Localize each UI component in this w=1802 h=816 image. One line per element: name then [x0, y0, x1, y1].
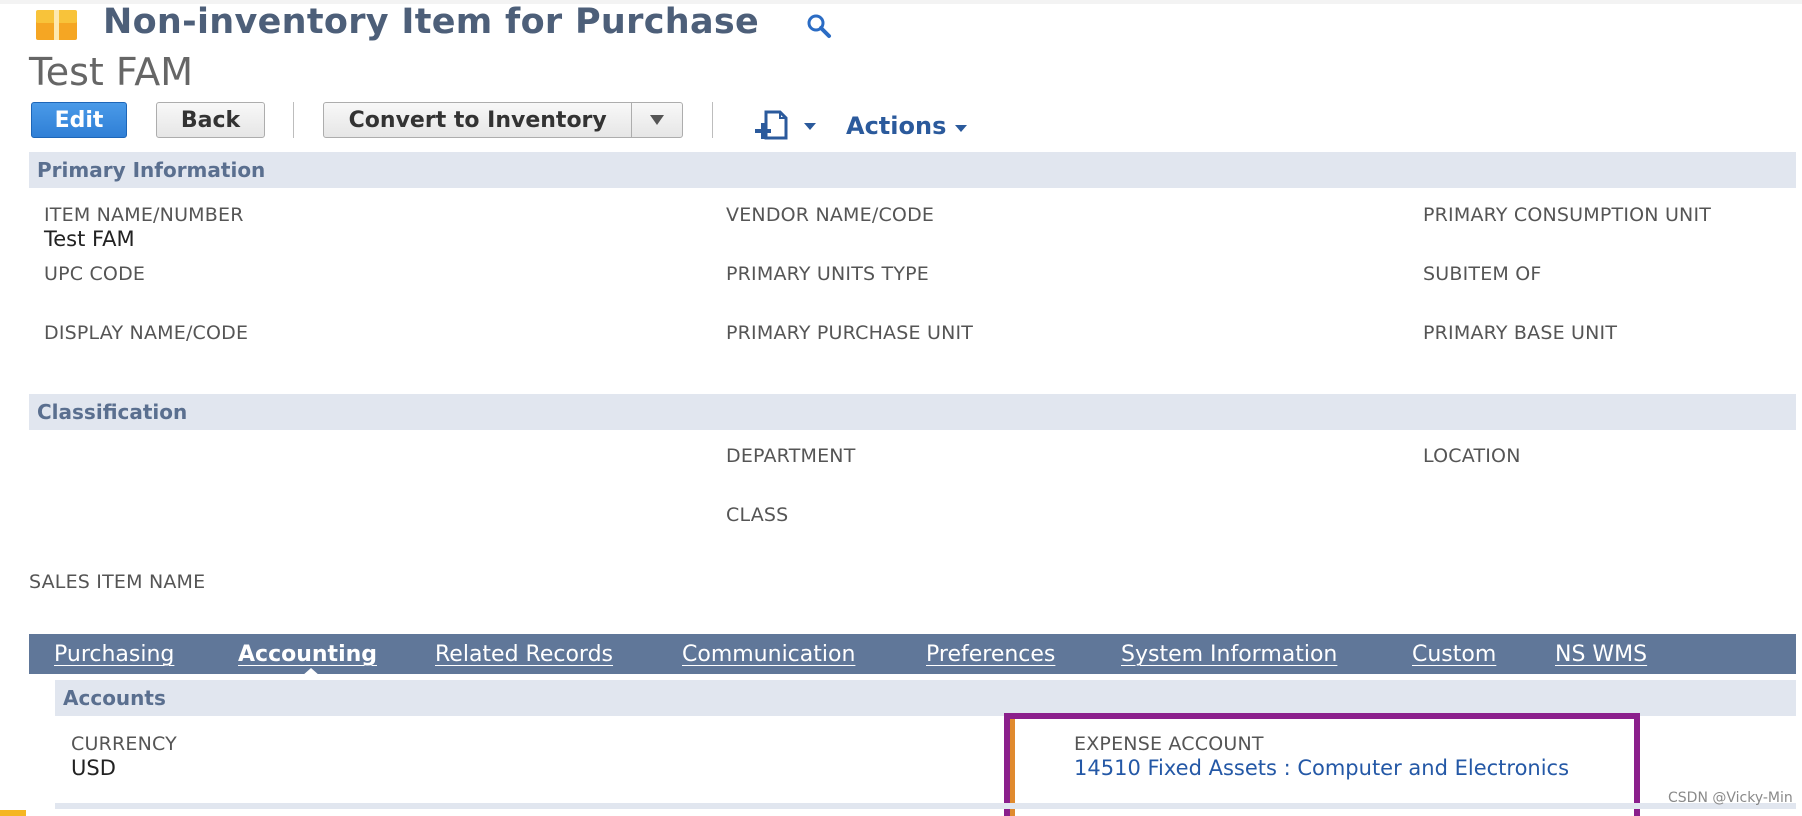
item-name-label: ITEM NAME/NUMBER	[44, 204, 244, 226]
record-name: Test FAM	[29, 50, 194, 94]
class-label: CLASS	[726, 504, 789, 526]
tab-system-information[interactable]: System Information	[1121, 634, 1337, 674]
active-tab-pointer	[302, 668, 320, 676]
primary-base-unit-label: PRIMARY BASE UNIT	[1423, 322, 1618, 344]
subtab-bar: Purchasing Accounting Related Records Co…	[29, 634, 1796, 674]
vendor-name-label: VENDOR NAME/CODE	[726, 204, 935, 226]
field-marker	[1010, 719, 1015, 816]
subitem-of-label: SUBITEM OF	[1423, 263, 1542, 285]
convert-to-inventory-button[interactable]: Convert to Inventory	[323, 102, 683, 138]
accounts-footer-bar	[55, 803, 1796, 809]
primary-purchase-unit-label: PRIMARY PURCHASE UNIT	[726, 322, 974, 344]
search-icon[interactable]	[806, 13, 832, 39]
tab-ns-wms[interactable]: NS WMS	[1555, 634, 1647, 674]
package-icon	[36, 10, 77, 40]
chevron-down-icon	[650, 115, 665, 125]
item-name-value: Test FAM	[44, 227, 135, 251]
new-record-icon[interactable]	[754, 110, 788, 142]
classification-header[interactable]: Classification	[29, 394, 1796, 430]
primary-consumption-unit-label: PRIMARY CONSUMPTION UNIT	[1423, 204, 1712, 226]
actions-chevron-icon[interactable]	[955, 125, 967, 132]
edit-button[interactable]: Edit	[31, 102, 127, 138]
back-button[interactable]: Back	[156, 102, 265, 138]
primary-information-header[interactable]: Primary Information	[29, 152, 1796, 188]
expense-account-link[interactable]: 14510 Fixed Assets : Computer and Electr…	[1074, 756, 1569, 780]
department-label: DEPARTMENT	[726, 445, 856, 467]
tab-preferences[interactable]: Preferences	[926, 634, 1055, 674]
currency-value: USD	[71, 756, 116, 780]
toolbar-divider	[293, 102, 294, 138]
convert-to-inventory-label: Convert to Inventory	[348, 107, 607, 133]
actions-menu[interactable]: Actions	[846, 112, 946, 140]
tab-purchasing[interactable]: Purchasing	[54, 634, 174, 674]
sales-item-name-label: SALES ITEM NAME	[29, 571, 206, 593]
location-label: LOCATION	[1423, 445, 1521, 467]
tab-custom[interactable]: Custom	[1412, 634, 1496, 674]
tab-communication[interactable]: Communication	[682, 634, 855, 674]
watermark: CSDN @Vicky-Min	[1668, 790, 1793, 806]
accounts-header[interactable]: Accounts	[55, 680, 1796, 716]
expense-account-label: EXPENSE ACCOUNT	[1074, 733, 1264, 755]
primary-units-type-label: PRIMARY UNITS TYPE	[726, 263, 929, 285]
currency-label: CURRENCY	[71, 733, 177, 755]
upc-code-label: UPC CODE	[44, 263, 146, 285]
new-record-dropdown-icon[interactable]	[804, 123, 816, 130]
toolbar-divider	[712, 102, 713, 138]
page-title: Non-inventory Item for Purchase	[103, 2, 760, 42]
convert-dropdown-toggle[interactable]	[631, 103, 682, 137]
display-name-label: DISPLAY NAME/CODE	[44, 322, 249, 344]
tab-related-records[interactable]: Related Records	[435, 634, 613, 674]
corner-marker	[0, 810, 26, 816]
